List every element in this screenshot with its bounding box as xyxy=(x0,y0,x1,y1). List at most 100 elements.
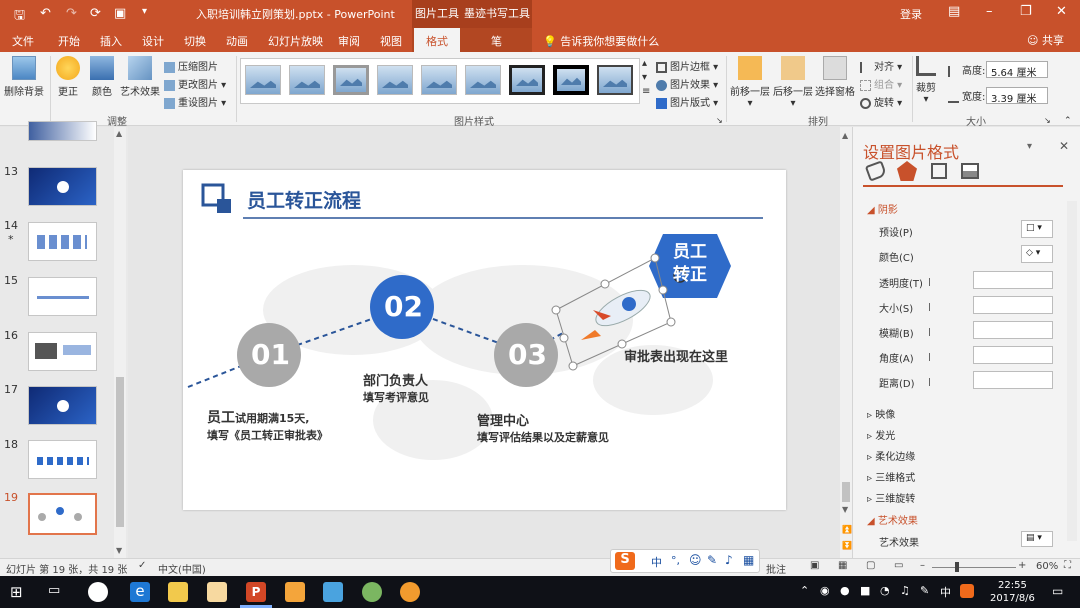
slide-thumbnail-19[interactable] xyxy=(28,493,97,535)
app-icon-2[interactable] xyxy=(207,582,227,602)
size-properties-icon[interactable] xyxy=(931,163,947,179)
spelling-icon[interactable]: ✓ xyxy=(138,560,146,571)
thumbnails-scrollbar[interactable]: ▲ ▼ xyxy=(114,127,126,558)
previous-slide-icon[interactable]: ⏫ xyxy=(842,525,852,534)
tab-pen[interactable]: 笔 xyxy=(491,33,502,49)
approval-caption[interactable]: 审批表出现在这里 xyxy=(624,346,728,365)
selection-pane-button[interactable]: 选择窗格 xyxy=(815,56,855,98)
picture-border-button[interactable]: 图片边框 ▾ xyxy=(656,58,718,73)
scroll-up-icon[interactable]: ▲ xyxy=(842,131,848,140)
distance-input[interactable] xyxy=(973,371,1053,389)
slide-thumbnail-18[interactable] xyxy=(28,440,97,479)
size-input[interactable] xyxy=(973,296,1053,314)
close-icon[interactable]: ✕ xyxy=(1056,4,1067,19)
tab-review[interactable]: 审阅 xyxy=(338,33,360,49)
send-backward-button[interactable]: 后移一层 ▾ xyxy=(773,56,813,109)
slide-thumbnail-15[interactable] xyxy=(28,277,97,316)
pen-icon[interactable]: ✎ xyxy=(920,584,929,597)
section-reflection[interactable]: ▹ 映像 xyxy=(867,406,895,421)
section-shadow[interactable]: ◢ 阴影 xyxy=(867,201,898,216)
crop-button[interactable]: 裁剪 ▾ xyxy=(916,56,936,105)
picture-style-7[interactable] xyxy=(509,65,545,95)
app-icon-4[interactable] xyxy=(323,582,343,602)
slide-thumbnail-12[interactable] xyxy=(28,121,97,141)
picture-style-6[interactable] xyxy=(465,65,501,95)
scroll-thumb[interactable] xyxy=(116,377,124,527)
tab-home[interactable]: 开始 xyxy=(58,33,80,49)
tab-view[interactable]: 视图 xyxy=(380,33,402,49)
next-slide-icon[interactable]: ⏬ xyxy=(842,541,852,550)
compress-pictures-button[interactable]: 压缩图片 xyxy=(164,58,218,73)
ime-mode-indicator[interactable]: 中 xyxy=(651,554,662,570)
angle-slider[interactable] xyxy=(929,353,930,361)
step-2-text[interactable]: 部门负责人 填写考评意见 xyxy=(363,370,429,405)
slide-thumbnail-13[interactable] xyxy=(28,167,97,206)
tab-design[interactable]: 设计 xyxy=(142,33,164,49)
zoom-level[interactable]: 60% xyxy=(1036,561,1058,572)
volume-icon[interactable]: ♫ xyxy=(900,584,910,597)
scroll-up-icon[interactable]: ▲ xyxy=(116,129,122,138)
slideshow-view-icon[interactable]: ▭ xyxy=(894,560,903,571)
size-launcher-icon[interactable]: ↘ xyxy=(1044,116,1051,125)
tab-insert[interactable]: 插入 xyxy=(100,33,122,49)
effects-pentagon-icon[interactable] xyxy=(897,161,917,181)
artistic-effects-button[interactable]: 艺术效果 xyxy=(120,56,160,98)
minimize-icon[interactable]: – xyxy=(986,4,993,19)
change-picture-button[interactable]: 更改图片 ▾ xyxy=(164,76,226,91)
color-button[interactable]: 颜色 xyxy=(90,56,114,98)
present-icon[interactable]: ▣ xyxy=(114,6,126,21)
angle-input[interactable] xyxy=(973,346,1053,364)
gallery-scroll-down-icon[interactable]: ▾ xyxy=(642,72,647,83)
pane-options-icon[interactable]: ▾ xyxy=(1027,141,1032,152)
reading-view-icon[interactable]: ▢ xyxy=(866,560,875,571)
edge-browser-icon[interactable]: e xyxy=(130,582,150,602)
taskbar-clock[interactable]: 22:55 2017/8/6 xyxy=(990,579,1035,605)
tray-overflow-icon[interactable]: ⌃ xyxy=(800,584,809,597)
canvas-scrollbar[interactable]: ▲ ▼ ⏫ ⏬ xyxy=(840,127,852,558)
width-input[interactable]: 3.39 厘米 xyxy=(986,87,1048,105)
pane-close-icon[interactable]: ✕ xyxy=(1059,139,1069,153)
collapse-ribbon-icon[interactable]: ⌃ xyxy=(1064,116,1072,126)
app-icon-5[interactable] xyxy=(362,582,382,602)
section-artistic-effects[interactable]: ◢ 艺术效果 xyxy=(867,512,918,527)
bring-forward-button[interactable]: 前移一层 ▾ xyxy=(730,56,770,109)
scroll-down-icon[interactable]: ▼ xyxy=(842,505,848,514)
step-3-text[interactable]: 管理中心 填写评估结果以及定薪意见 xyxy=(477,410,609,445)
normal-view-icon[interactable]: ▣ xyxy=(810,560,819,571)
undo-icon[interactable]: ↶ xyxy=(40,6,51,21)
fill-line-icon[interactable] xyxy=(864,160,888,182)
emoji-icon[interactable]: ☺ xyxy=(689,553,702,567)
corrections-button[interactable]: 更正 xyxy=(56,56,80,98)
distance-slider[interactable] xyxy=(929,378,930,386)
scroll-thumb[interactable] xyxy=(842,482,850,502)
slide-thumbnail-17[interactable] xyxy=(28,386,97,425)
gallery-scroll-up-icon[interactable]: ▴ xyxy=(642,58,647,69)
tab-animations[interactable]: 动画 xyxy=(226,33,248,49)
notifications-icon[interactable]: ▭ xyxy=(1052,584,1063,598)
windows-start-icon[interactable]: ⊞ xyxy=(10,583,23,601)
picture-styles-launcher-icon[interactable]: ↘ xyxy=(716,116,723,125)
maximize-icon[interactable]: ❐ xyxy=(1020,4,1032,19)
tab-slideshow[interactable]: 幻灯片放映 xyxy=(268,33,323,49)
login-link[interactable]: 登录 xyxy=(900,6,922,22)
artistic-effect-dropdown[interactable]: ▤ ▾ xyxy=(1021,531,1053,547)
remove-background-button[interactable]: 删除背景 xyxy=(4,56,44,98)
tray-app-icon-3[interactable]: ■ xyxy=(860,584,870,597)
sogou-tray-icon[interactable] xyxy=(960,584,974,598)
slide-thumbnail-14[interactable] xyxy=(28,222,97,261)
picture-style-9[interactable] xyxy=(597,65,633,95)
network-icon[interactable]: ◔ xyxy=(880,584,890,597)
picture-style-8[interactable] xyxy=(553,65,589,95)
picture-icon[interactable] xyxy=(961,163,979,179)
blur-input[interactable] xyxy=(973,321,1053,339)
scroll-down-icon[interactable]: ▼ xyxy=(116,546,122,555)
tray-app-icon-2[interactable]: ● xyxy=(840,584,850,597)
reset-picture-button[interactable]: 重设图片 ▾ xyxy=(164,94,226,109)
zoom-in-icon[interactable]: + xyxy=(1018,560,1026,571)
app-icon-6[interactable] xyxy=(400,582,420,602)
picture-style-2[interactable] xyxy=(289,65,325,95)
picture-style-5[interactable] xyxy=(421,65,457,95)
zoom-slider[interactable] xyxy=(932,567,1016,568)
section-glow[interactable]: ▹ 发光 xyxy=(867,427,895,442)
file-explorer-icon[interactable] xyxy=(168,582,188,602)
